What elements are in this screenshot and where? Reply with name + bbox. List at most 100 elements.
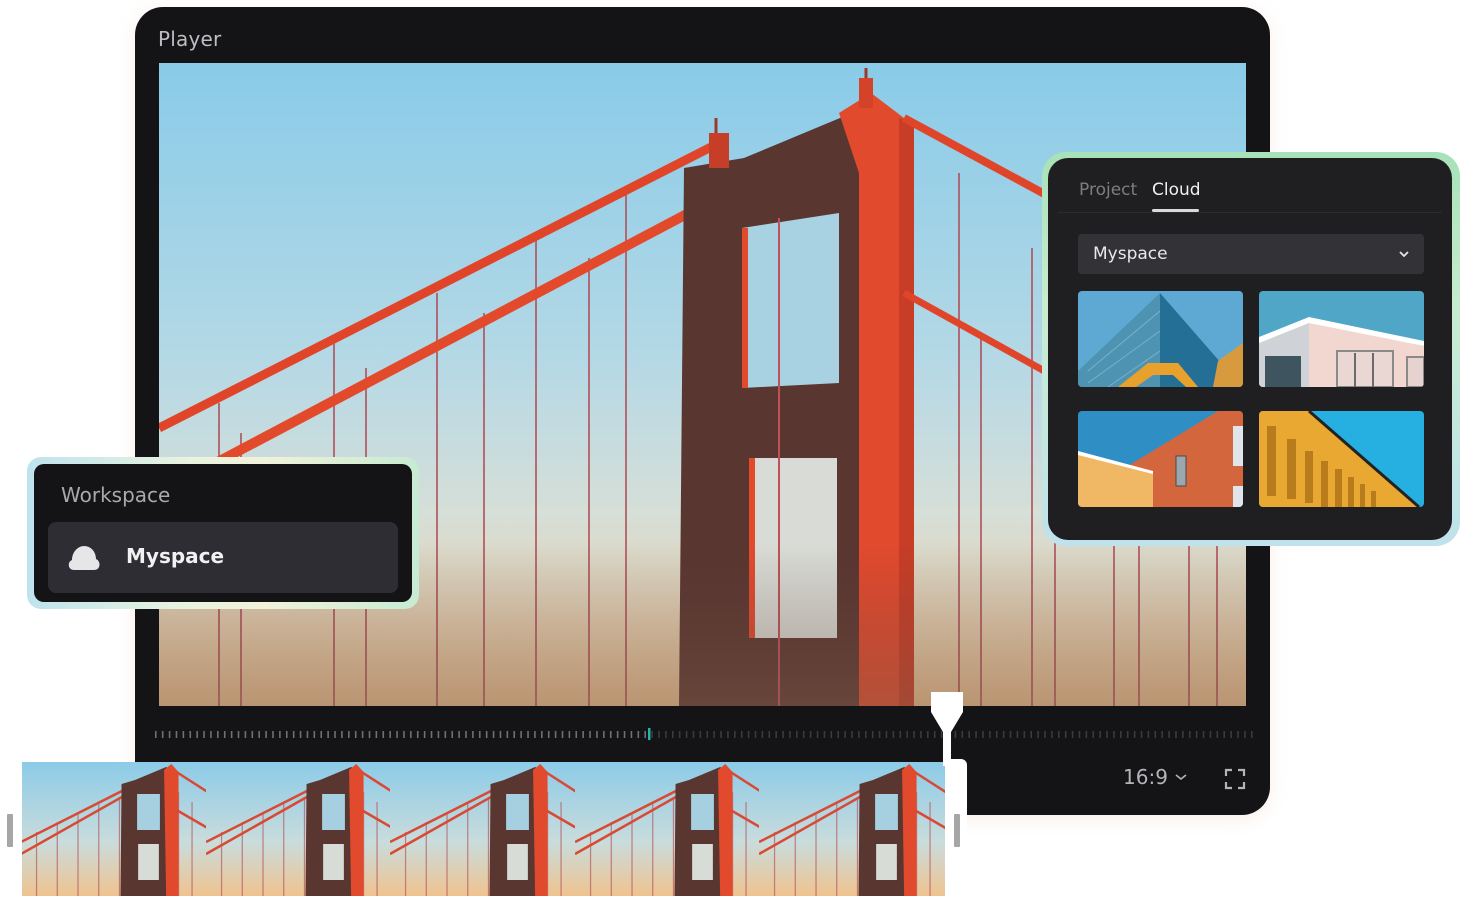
white-pink-building-thumbnail[interactable] (1259, 291, 1424, 387)
timeline-tick (396, 731, 398, 738)
playhead[interactable] (930, 692, 964, 766)
timeline-tick (547, 731, 550, 738)
timeline-tick (1216, 731, 1219, 738)
timeline-tick (582, 731, 584, 738)
timeline-ticks (155, 728, 1253, 740)
timeline-tick (210, 731, 212, 738)
timeline-tick (1016, 731, 1019, 738)
timeline-tick (485, 731, 488, 738)
timeline-tick (720, 731, 722, 738)
timeline-tick (1202, 731, 1205, 738)
timeline-tick (506, 731, 509, 738)
timeline-tick (651, 731, 653, 738)
timeline-tick (1175, 731, 1177, 738)
timeline-tick (341, 731, 343, 738)
timeline-tick (630, 731, 633, 738)
aspect-ratio-select[interactable]: 16:9 (1123, 765, 1188, 789)
timeline-tick (789, 731, 791, 738)
trim-handle-right[interactable] (954, 814, 960, 847)
timeline-tick (465, 731, 467, 738)
timeline-tick (348, 731, 350, 738)
timeline-tick (416, 731, 419, 738)
aspect-ratio-value: 16:9 (1123, 765, 1168, 789)
timeline-tick (1071, 731, 1074, 738)
timeline-tick (665, 731, 667, 738)
timeline-tick (692, 731, 695, 738)
timeline-tick (1182, 731, 1184, 738)
tab-cloud[interactable]: Cloud (1152, 180, 1201, 200)
active-tab-indicator (1152, 209, 1199, 212)
media-panel: Project Cloud Myspace (1042, 152, 1460, 546)
timeline-tick (802, 731, 805, 738)
timeline-tick (237, 731, 240, 738)
timeline-tick (671, 731, 674, 738)
timeline-tick (1251, 731, 1253, 738)
timeline-tick (354, 731, 357, 738)
yellow-facade-thumbnail[interactable] (1259, 411, 1424, 507)
timeline-tick (320, 731, 323, 738)
timeline-tick (444, 731, 447, 738)
timeline-tick (203, 731, 205, 738)
timeline-tick (168, 731, 171, 738)
timeline-tick (816, 731, 819, 738)
timeline-tick (534, 731, 536, 738)
timeline-tick (1064, 731, 1067, 738)
timeline-tick (968, 731, 970, 738)
timeline-tick (796, 731, 798, 738)
timeline-tick (1002, 731, 1005, 738)
timeline-tick (782, 731, 784, 738)
timeline-scrubber[interactable] (153, 725, 1253, 740)
filmstrip[interactable] (22, 762, 945, 896)
timeline-tick (1126, 731, 1129, 738)
timeline-tick (851, 731, 853, 738)
filmstrip-frame (574, 762, 762, 896)
workspace-popup: Workspace Myspace (27, 457, 419, 609)
timeline-tick (809, 731, 812, 738)
timeline-tick (775, 731, 777, 738)
timeline-tick (155, 731, 157, 738)
chevron-down-icon (1175, 774, 1187, 781)
timeline-tick (437, 731, 440, 738)
progress-marker (648, 728, 651, 740)
timeline-tick (1051, 731, 1053, 738)
timeline-tick (589, 731, 591, 738)
timeline-tick (768, 731, 771, 738)
timeline-tick (568, 731, 571, 738)
cloud-icon (68, 546, 100, 570)
timeline-tick (258, 731, 260, 738)
timeline-tick (747, 731, 750, 738)
timeline-tick (1085, 731, 1088, 738)
timeline-tick (1188, 731, 1191, 738)
space-dropdown[interactable]: Myspace (1078, 234, 1424, 274)
timeline-tick (1230, 731, 1232, 738)
timeline-tick (382, 731, 385, 738)
tab-divider (1058, 212, 1442, 213)
timeline-tick (623, 731, 626, 738)
timeline-tick (1057, 731, 1060, 738)
blue-glass-building-thumbnail[interactable] (1078, 291, 1243, 387)
timeline-tick (423, 731, 426, 738)
timeline-tick (161, 731, 164, 738)
tab-project[interactable]: Project (1079, 180, 1137, 200)
workspace-panel: Workspace Myspace (34, 464, 412, 602)
timeline-tick (995, 731, 998, 738)
timeline-tick (975, 731, 977, 738)
timeline-tick (699, 731, 702, 738)
timeline-tick (734, 731, 736, 738)
timeline-tick (837, 731, 840, 738)
timeline-tick (878, 731, 881, 738)
timeline-tick (644, 731, 647, 738)
filmstrip-frame (390, 762, 577, 896)
timeline-tick (1078, 731, 1081, 738)
timeline-tick (513, 731, 516, 738)
orange-building-thumbnail[interactable] (1078, 411, 1243, 507)
timeline-tick (334, 731, 336, 738)
timeline-tick (1113, 731, 1115, 738)
timeline-tick (906, 731, 908, 738)
timeline-tick (368, 731, 371, 738)
trim-handle-left[interactable] (7, 814, 13, 847)
fullscreen-icon[interactable] (1224, 768, 1246, 790)
workspace-item-myspace[interactable]: Myspace (48, 522, 398, 593)
timeline-tick (1106, 731, 1108, 738)
timeline-tick (196, 731, 198, 738)
